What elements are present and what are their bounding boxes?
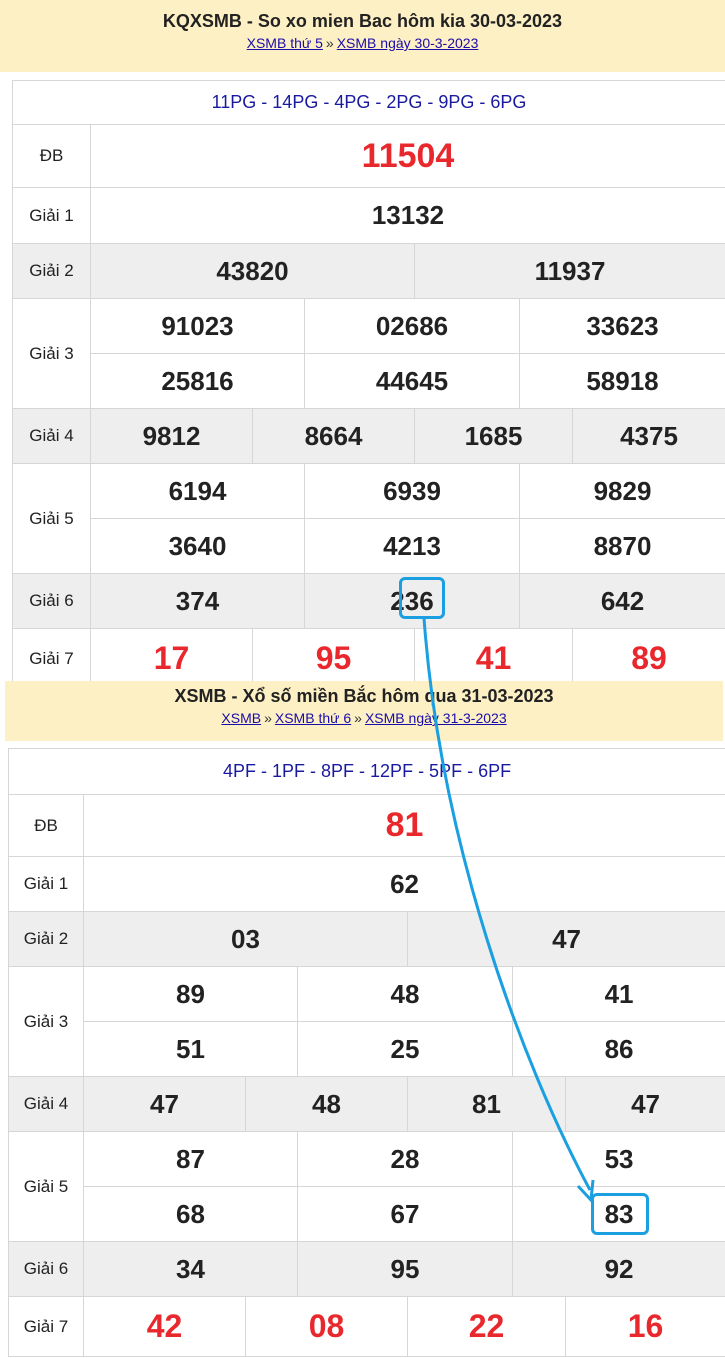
connector-arrow <box>422 617 595 1204</box>
connector-arrow-line <box>422 617 592 1191</box>
